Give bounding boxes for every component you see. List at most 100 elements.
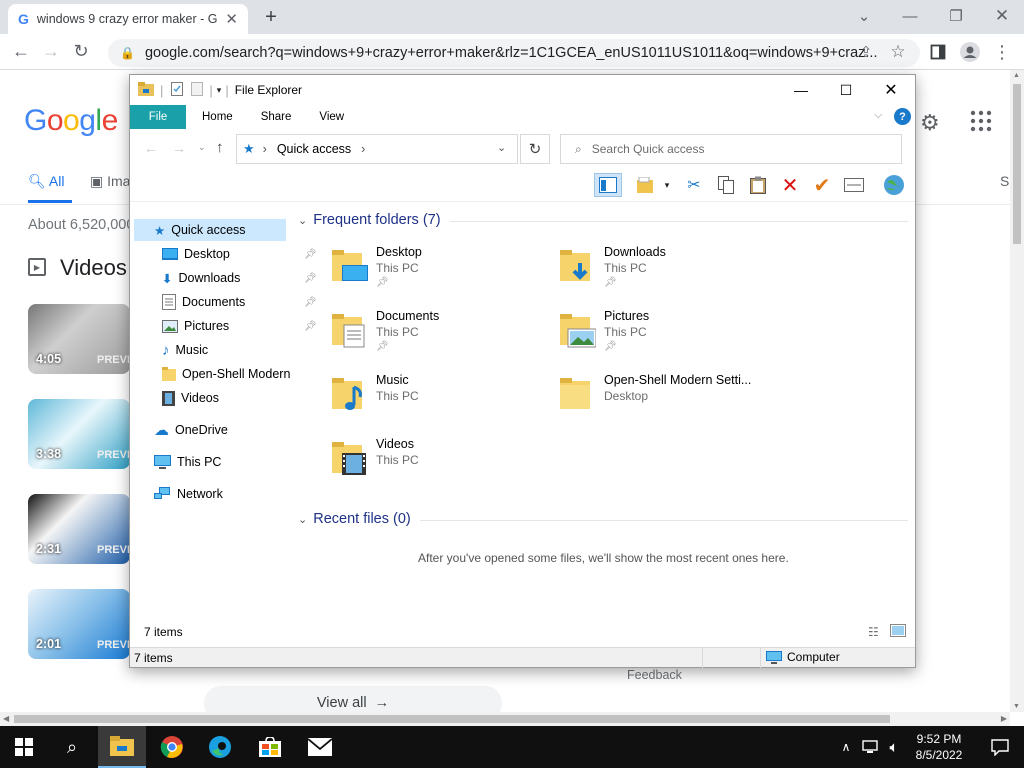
- explorer-address-bar[interactable]: ★ › Quick access › ⌄: [236, 134, 518, 164]
- address-dropdown-icon[interactable]: ⌄: [497, 141, 506, 154]
- view-options-icon[interactable]: [632, 173, 660, 197]
- search-tab-tools[interactable]: S: [1000, 173, 1009, 189]
- nav-item-videos[interactable]: Videos: [162, 387, 219, 409]
- start-windows-icon[interactable]: [0, 726, 48, 768]
- paste-icon[interactable]: [744, 173, 772, 197]
- browser-tab[interactable]: G windows 9 crazy error maker - G ✕: [8, 4, 248, 34]
- bookmark-star-icon[interactable]: ☆: [884, 38, 912, 66]
- tab-home[interactable]: Home: [188, 111, 247, 123]
- forward-arrow-icon[interactable]: →: [172, 140, 186, 156]
- large-icons-view-icon[interactable]: [890, 624, 906, 640]
- collapse-chevron-icon[interactable]: ⌄: [298, 214, 307, 227]
- frequent-folders-header[interactable]: ⌄ Frequent folders (7): [298, 212, 441, 228]
- folder-tile-open-shell[interactable]: Open-Shell Modern Setti... Desktop: [558, 373, 778, 429]
- notifications-icon[interactable]: [976, 726, 1024, 768]
- nav-item-quick-access[interactable]: ★ Quick access: [154, 219, 246, 241]
- globe-icon[interactable]: [880, 173, 908, 197]
- folder-tile-documents[interactable]: Documents This PC 📌︎: [330, 309, 550, 365]
- delete-icon[interactable]: ✕: [776, 173, 804, 197]
- explorer-close-button[interactable]: ✕: [868, 75, 914, 105]
- nav-item-this-pc[interactable]: This PC: [154, 451, 221, 473]
- breadcrumb-chevron-icon[interactable]: ›: [263, 142, 267, 156]
- chrome-tab-search-icon[interactable]: ⌄: [844, 4, 884, 28]
- url-text[interactable]: google.com/search?q=windows+9+crazy+erro…: [145, 45, 920, 61]
- properties-quick-icon[interactable]: [171, 81, 184, 99]
- explorer-search-input[interactable]: ⌕ Search Quick access: [560, 134, 902, 164]
- tray-overflow-icon[interactable]: ∧: [836, 726, 856, 768]
- folder-tile-videos[interactable]: Videos This PC: [330, 437, 550, 493]
- video-thumbnail[interactable]: 2:31 PREVI: [28, 494, 130, 564]
- nav-item-desktop[interactable]: Desktop 📌︎: [162, 243, 322, 265]
- explorer-minimize-button[interactable]: —: [778, 75, 824, 105]
- recent-files-header[interactable]: ⌄ Recent files (0): [298, 511, 411, 527]
- minimize-button[interactable]: —: [890, 4, 930, 28]
- back-arrow-icon[interactable]: ←: [6, 37, 36, 67]
- scroll-down-icon[interactable]: ▼: [1013, 703, 1020, 710]
- video-thumbnail[interactable]: 2:01 PREVI: [28, 589, 130, 659]
- folder-tile-downloads[interactable]: Downloads This PC 📌︎: [558, 245, 778, 301]
- side-panel-icon[interactable]: [924, 38, 952, 66]
- new-folder-quick-icon[interactable]: [191, 81, 204, 99]
- taskbar-clock[interactable]: 9:52 PM 8/5/2022: [908, 731, 970, 763]
- nav-item-music[interactable]: ♪ Music: [162, 339, 208, 361]
- scroll-left-icon[interactable]: ◀: [3, 714, 9, 723]
- folder-tile-desktop[interactable]: Desktop This PC 📌︎: [330, 245, 550, 301]
- restore-button[interactable]: ❐: [936, 4, 976, 28]
- nav-item-network[interactable]: Network: [154, 483, 223, 505]
- nav-item-open-shell[interactable]: Open-Shell Modern: [162, 363, 290, 385]
- help-icon[interactable]: ?: [894, 108, 911, 125]
- scrollbar-thumb[interactable]: [14, 715, 890, 723]
- customize-qat-icon[interactable]: ▾: [217, 85, 222, 96]
- google-logo[interactable]: Google: [24, 104, 118, 138]
- breadcrumb-chevron-icon[interactable]: ›: [361, 142, 365, 156]
- nav-item-downloads[interactable]: ⬇ Downloads 📌︎: [162, 267, 322, 289]
- scroll-up-icon[interactable]: ▲: [1013, 72, 1020, 79]
- folder-tile-music[interactable]: Music This PC: [330, 373, 550, 429]
- vertical-scrollbar[interactable]: ▲ ▼: [1010, 70, 1024, 712]
- tab-close-icon[interactable]: ✕: [225, 10, 238, 28]
- taskbar-mail-icon[interactable]: [296, 726, 344, 768]
- up-arrow-icon[interactable]: ↑: [216, 139, 224, 156]
- cut-icon[interactable]: ✂: [680, 173, 708, 197]
- new-tab-button[interactable]: +: [258, 4, 284, 30]
- checkmark-icon[interactable]: ✔: [808, 173, 836, 197]
- tab-file[interactable]: File: [130, 105, 186, 129]
- chrome-menu-icon[interactable]: ⋮: [988, 38, 1016, 66]
- video-thumbnail[interactable]: 4:05 PREVI: [28, 304, 130, 374]
- copy-icon[interactable]: [712, 173, 740, 197]
- search-icon[interactable]: ⌕: [48, 726, 96, 768]
- view-dropdown-icon[interactable]: ▾: [660, 173, 674, 197]
- profile-avatar-icon[interactable]: [956, 38, 984, 66]
- reload-icon[interactable]: ↻: [66, 37, 96, 67]
- back-arrow-icon[interactable]: ←: [144, 140, 158, 156]
- google-apps-icon[interactable]: [970, 110, 992, 135]
- refresh-icon[interactable]: ↻: [520, 134, 550, 164]
- address-bar[interactable]: 🔒 google.com/search?q=windows+9+crazy+er…: [108, 39, 920, 67]
- navigation-pane-icon[interactable]: [594, 173, 622, 197]
- settings-gear-icon[interactable]: ⚙: [920, 110, 940, 136]
- video-thumbnail[interactable]: 3:38 PREVI: [28, 399, 130, 469]
- breadcrumb-quick-access[interactable]: Quick access: [277, 142, 351, 156]
- taskbar-edge-icon[interactable]: [196, 726, 244, 768]
- explorer-maximize-button[interactable]: ☐: [823, 75, 869, 105]
- network-tray-icon[interactable]: [858, 726, 882, 768]
- details-view-icon[interactable]: ☷: [868, 625, 879, 639]
- folder-tile-pictures[interactable]: Pictures This PC 📌︎: [558, 309, 778, 365]
- nav-item-onedrive[interactable]: ☁ OneDrive: [154, 419, 228, 441]
- feedback-link[interactable]: Feedback: [627, 668, 682, 682]
- recent-locations-icon[interactable]: ⌄: [198, 142, 206, 153]
- close-button[interactable]: ✕: [982, 4, 1022, 28]
- horizontal-scrollbar[interactable]: ◀ ▶: [0, 712, 1010, 726]
- scrollbar-thumb[interactable]: [1013, 84, 1021, 244]
- taskbar-store-icon[interactable]: [246, 726, 294, 768]
- nav-item-documents[interactable]: Documents 📌︎: [162, 291, 322, 313]
- nav-item-pictures[interactable]: Pictures 📌︎: [162, 315, 322, 337]
- search-tab-images[interactable]: ▣ Ima: [90, 173, 130, 190]
- tab-view[interactable]: View: [305, 111, 358, 123]
- volume-icon[interactable]: 🔈︎: [882, 726, 906, 768]
- file-explorer-window[interactable]: | | ▾ | File Explorer — ☐ ✕ File Home Sh…: [129, 74, 916, 668]
- taskbar-chrome-icon[interactable]: [148, 726, 196, 768]
- forward-arrow-icon[interactable]: →: [36, 37, 66, 67]
- properties-icon[interactable]: [840, 173, 868, 197]
- taskbar-file-explorer-icon[interactable]: [98, 726, 146, 768]
